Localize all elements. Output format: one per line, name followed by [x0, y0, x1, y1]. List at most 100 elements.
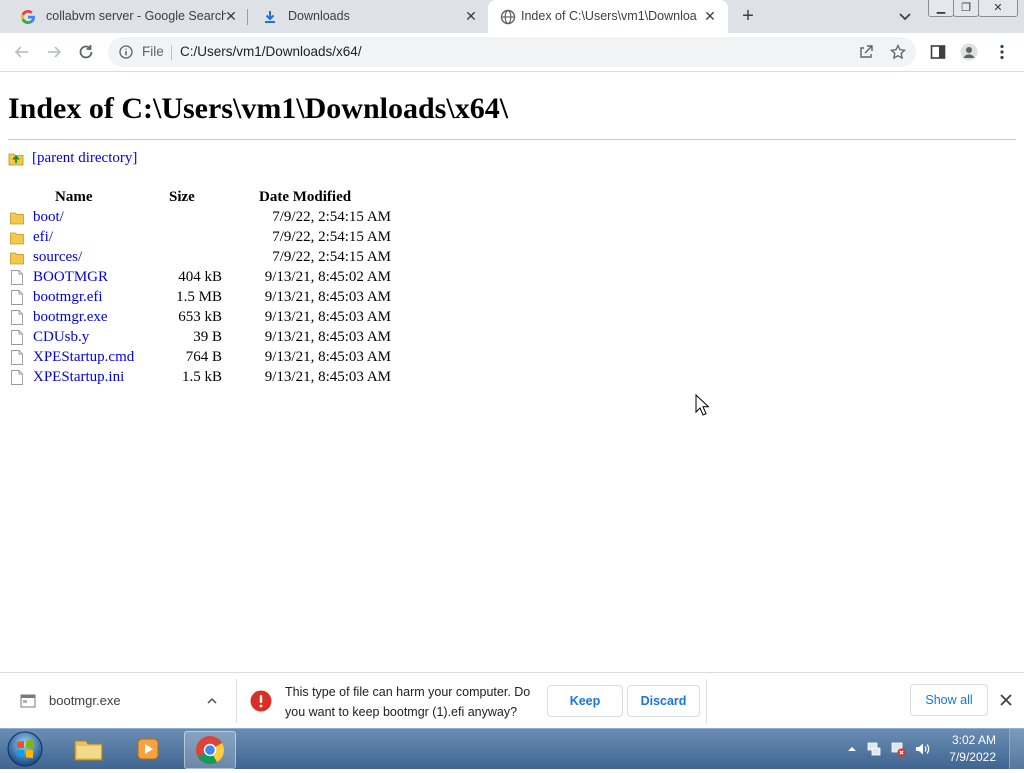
- forward-arrow-icon[interactable]: [45, 43, 63, 61]
- file-icon: [11, 310, 23, 325]
- url-text[interactable]: C:/Users/vm1/Downloads/x64/: [180, 44, 362, 59]
- file-name-link[interactable]: XPEStartup.ini: [33, 369, 124, 386]
- warning-line: you want to keep bootmgr (1).efi anyway?: [285, 705, 518, 719]
- column-header-size[interactable]: Size: [169, 189, 195, 206]
- share-icon[interactable]: [858, 44, 874, 60]
- warning-icon: [250, 690, 272, 712]
- close-icon[interactable]: [998, 692, 1014, 708]
- divider: [171, 45, 172, 60]
- media-player-icon: [137, 738, 159, 760]
- chrome-icon: [196, 736, 224, 764]
- close-icon[interactable]: ✕: [702, 8, 718, 24]
- star-icon[interactable]: [890, 44, 906, 60]
- close-icon[interactable]: ✕: [223, 8, 239, 24]
- chevron-up-icon[interactable]: [205, 694, 219, 708]
- download-item-name[interactable]: bootmgr.exe: [49, 693, 121, 708]
- explorer-icon: [74, 740, 103, 761]
- file-name-link[interactable]: sources/: [33, 249, 82, 266]
- file-name-link[interactable]: BOOTMGR: [33, 269, 108, 286]
- side-panel-icon[interactable]: [929, 43, 947, 61]
- tab-title: collabvm server - Google Search: [46, 9, 226, 23]
- table-row: boot/7/9/22, 2:54:15 AM: [8, 208, 408, 228]
- restore-button[interactable]: ❐: [953, 0, 979, 17]
- file-name-link[interactable]: boot/: [33, 209, 64, 226]
- file-icon: [11, 370, 23, 385]
- column-header-date[interactable]: Date Modified: [259, 189, 351, 206]
- file-date-modified: 9/13/21, 8:45:03 AM: [264, 309, 391, 325]
- file-name-link[interactable]: bootmgr.exe: [33, 309, 108, 326]
- show-all-button[interactable]: Show all: [910, 684, 988, 716]
- new-tab-button[interactable]: +: [738, 6, 758, 26]
- table-row: BOOTMGR 404 kB 9/13/21, 8:45:02 AM: [8, 268, 408, 288]
- tray-expand-icon[interactable]: [844, 741, 860, 757]
- file-name-link[interactable]: CDUsb.y: [33, 329, 89, 346]
- browser-toolbar: File C:/Users/vm1/Downloads/x64/: [0, 33, 1024, 72]
- file-size: 1.5 MB: [176, 289, 222, 305]
- file-name-link[interactable]: efi/: [33, 229, 53, 246]
- file-size: 39 B: [193, 329, 222, 345]
- tab-index-of-downloads[interactable]: Index of C:\Users\vm1\Downloads ✕: [488, 0, 728, 33]
- file-size: 1.5 kB: [181, 369, 222, 385]
- google-icon: [20, 10, 35, 24]
- tab-google-search[interactable]: collabvm server - Google Search ✕: [8, 0, 248, 33]
- table-row: sources/7/9/22, 2:54:15 AM: [8, 248, 408, 268]
- tab-title: Index of C:\Users\vm1\Downloads: [521, 9, 697, 23]
- reload-icon[interactable]: [77, 43, 95, 61]
- dangerous-file-warning: This type of file can harm your computer…: [285, 682, 545, 722]
- file-date-modified: 7/9/22, 2:54:15 AM: [272, 209, 391, 225]
- folder-icon: [10, 212, 24, 225]
- page-content: Index of C:\Users\vm1\Downloads\x64\ [pa…: [0, 72, 1024, 672]
- file-date-modified: 9/13/21, 8:45:03 AM: [264, 329, 391, 345]
- info-icon[interactable]: [119, 45, 133, 59]
- back-arrow-icon[interactable]: [13, 43, 31, 61]
- parent-directory-link[interactable]: [parent directory]: [32, 150, 137, 167]
- network-icon[interactable]: [890, 741, 906, 757]
- file-name-link[interactable]: bootmgr.efi: [33, 289, 103, 306]
- file-icon: [11, 290, 23, 305]
- exe-file-icon: [20, 694, 36, 708]
- tab-separator: [247, 9, 248, 25]
- more-menu-icon[interactable]: [993, 43, 1011, 61]
- volume-icon[interactable]: [914, 741, 930, 757]
- close-window-button[interactable]: ✕: [978, 0, 1018, 17]
- tab-downloads[interactable]: Downloads ✕: [250, 0, 486, 33]
- file-size: 764 B: [185, 349, 222, 365]
- table-row: CDUsb.y 39 B 9/13/21, 8:45:03 AM: [8, 328, 408, 348]
- column-header-name[interactable]: Name: [55, 189, 93, 206]
- action-center-flag-icon[interactable]: [866, 741, 882, 757]
- show-desktop-button[interactable]: [1009, 729, 1024, 769]
- table-row: bootmgr.efi 1.5 MB 9/13/21, 8:45:03 AM: [8, 288, 408, 308]
- keep-button[interactable]: Keep: [547, 685, 623, 717]
- taskbar-media-player[interactable]: [124, 731, 174, 767]
- profile-icon[interactable]: [960, 43, 978, 61]
- folder-up-icon: [8, 153, 24, 166]
- mouse-cursor-icon: [695, 394, 709, 416]
- chevron-down-icon[interactable]: [896, 7, 914, 25]
- file-date-modified: 7/9/22, 2:54:15 AM: [272, 229, 391, 245]
- clock-time[interactable]: 3:02 AM: [952, 733, 996, 747]
- file-scheme-label: File: [142, 44, 164, 59]
- file-icon: [11, 350, 23, 365]
- file-name-link[interactable]: XPEStartup.cmd: [33, 349, 134, 366]
- taskbar-explorer[interactable]: [64, 731, 114, 767]
- minimize-button[interactable]: ▁: [928, 0, 954, 17]
- globe-icon: [500, 9, 516, 25]
- table-row: XPEStartup.ini 1.5 kB 9/13/21, 8:45:03 AM: [8, 368, 408, 388]
- clock-date[interactable]: 7/9/2022: [949, 750, 996, 764]
- discard-button[interactable]: Discard: [627, 685, 700, 717]
- divider: [706, 679, 707, 723]
- table-row: efi/7/9/22, 2:54:15 AM: [8, 228, 408, 248]
- address-bar[interactable]: File C:/Users/vm1/Downloads/x64/: [108, 37, 916, 67]
- file-date-modified: 9/13/21, 8:45:03 AM: [264, 349, 391, 365]
- table-row: bootmgr.exe 653 kB 9/13/21, 8:45:03 AM: [8, 308, 408, 328]
- divider: [8, 139, 1016, 140]
- start-button[interactable]: [5, 729, 45, 769]
- file-size: 404 kB: [178, 269, 222, 285]
- file-date-modified: 9/13/21, 8:45:03 AM: [264, 289, 391, 305]
- table-row: XPEStartup.cmd 764 B 9/13/21, 8:45:03 AM: [8, 348, 408, 368]
- taskbar-chrome[interactable]: [184, 731, 236, 769]
- file-date-modified: 9/13/21, 8:45:03 AM: [264, 369, 391, 385]
- file-date-modified: 9/13/21, 8:45:02 AM: [264, 269, 391, 285]
- close-icon[interactable]: ✕: [463, 8, 479, 24]
- download-icon: [265, 11, 275, 23]
